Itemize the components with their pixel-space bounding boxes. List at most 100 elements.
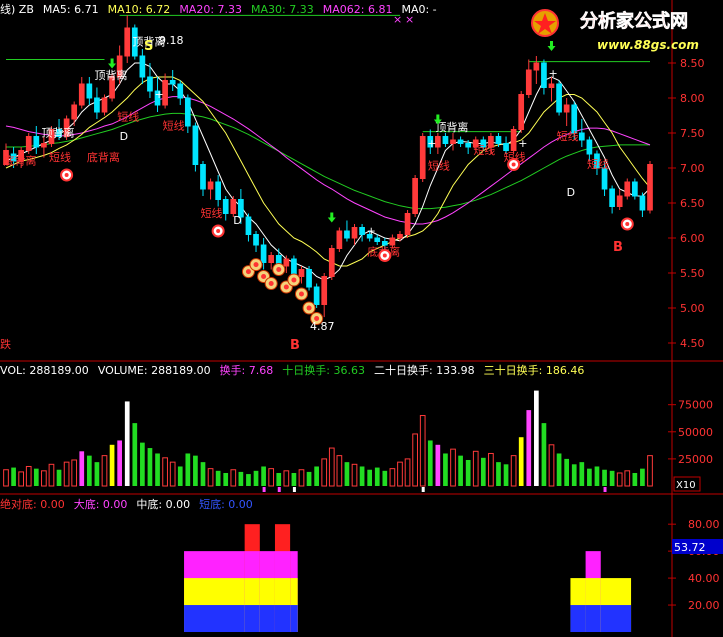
volume-bar bbox=[124, 401, 130, 486]
price-tick-label: 7.00 bbox=[680, 162, 705, 175]
candle-body bbox=[184, 97, 191, 127]
volume-bar bbox=[33, 468, 39, 486]
d-mark: D bbox=[120, 130, 128, 143]
indicator-blue-bar bbox=[244, 605, 260, 632]
candle-body bbox=[510, 129, 517, 151]
indicator-tick-label: 20.00 bbox=[688, 599, 720, 612]
candle-body bbox=[533, 62, 540, 71]
volume-bar bbox=[480, 457, 486, 486]
volume-bar bbox=[496, 462, 501, 486]
volume-bar bbox=[374, 467, 380, 486]
candle-body bbox=[412, 178, 418, 214]
candle-body bbox=[344, 230, 350, 239]
candle-body bbox=[518, 94, 525, 130]
signal-label: 短线 bbox=[163, 119, 185, 133]
volume-bar bbox=[602, 469, 607, 486]
money-bag-core bbox=[253, 262, 259, 268]
volume-bar bbox=[640, 468, 645, 486]
volume-bar bbox=[11, 467, 16, 486]
volume-bar bbox=[200, 462, 206, 486]
volume-bar bbox=[503, 464, 509, 486]
volume-bar bbox=[117, 440, 122, 486]
header-item-0: VOL: 288189.00 bbox=[0, 364, 89, 377]
volume-bar bbox=[238, 471, 244, 486]
volume-tick-label: 25000 bbox=[678, 453, 713, 466]
volume-bar bbox=[579, 462, 585, 486]
candle-body bbox=[647, 164, 653, 211]
price-tick-label: 6.50 bbox=[680, 197, 705, 210]
candle-body bbox=[631, 181, 638, 197]
money-bag-core bbox=[261, 274, 267, 279]
candle-body bbox=[124, 27, 131, 57]
volume-bar bbox=[109, 444, 115, 486]
volume-bar bbox=[314, 466, 319, 486]
volume-bar bbox=[541, 423, 547, 486]
volume-bar bbox=[79, 451, 85, 486]
x10-label: X10 bbox=[676, 480, 696, 491]
volume-bottom-mark bbox=[277, 487, 281, 492]
header-item-3: 短底: 0.00 bbox=[199, 497, 253, 511]
volume-bar bbox=[427, 440, 433, 486]
money-bag-core bbox=[298, 291, 304, 297]
money-bag-core bbox=[291, 277, 297, 283]
volume-tick-label: 50000 bbox=[678, 426, 713, 439]
volume-bar bbox=[177, 466, 183, 486]
candle-body bbox=[381, 241, 388, 246]
price-tick-label: 6.00 bbox=[680, 232, 705, 245]
volume-bar bbox=[155, 453, 160, 486]
price-tick-label: 5.00 bbox=[680, 302, 705, 315]
signal-label: 底背离 bbox=[4, 154, 37, 168]
price-tick-label: 5.50 bbox=[680, 267, 705, 280]
volume-bar bbox=[534, 390, 539, 486]
candle-body bbox=[525, 69, 532, 95]
candle-body bbox=[169, 80, 176, 85]
volume-bar bbox=[56, 469, 62, 486]
cross-mark: + bbox=[427, 137, 436, 150]
indicator-tick-label: 80.00 bbox=[688, 518, 720, 531]
candle-body bbox=[306, 269, 312, 288]
buy-dot-core bbox=[625, 222, 630, 226]
candle-body bbox=[298, 269, 305, 277]
volume-bar bbox=[306, 471, 312, 486]
price-tick-label: 4.50 bbox=[680, 337, 705, 350]
signal-label: 顶背离 bbox=[41, 126, 74, 140]
candle-body bbox=[139, 55, 146, 78]
volume-bar bbox=[518, 437, 524, 486]
indicator-header: 绝对底: 0.00 大底: 0.00 中底: 0.00 短底: 0.00 bbox=[0, 497, 253, 511]
logo-url: www.88gs.com bbox=[597, 38, 699, 52]
volume-bar bbox=[443, 453, 448, 486]
header-item-0: 线) ZB bbox=[0, 2, 34, 16]
candle-body bbox=[624, 181, 631, 197]
candle-body bbox=[253, 234, 259, 246]
candle-body bbox=[556, 83, 562, 113]
buy-dot-core bbox=[382, 253, 387, 258]
candle-body bbox=[609, 188, 615, 207]
candle-body bbox=[495, 136, 502, 144]
chart-background bbox=[0, 0, 723, 637]
header-marker-2: × bbox=[405, 13, 414, 26]
candle-body bbox=[41, 143, 47, 148]
candle-body bbox=[94, 97, 100, 113]
stock-chart: 底背离短线底背离顶背离顶背离顶背离短线短线短线底背离顶背离短线短线短线短线短线D… bbox=[0, 0, 723, 637]
volume-bar bbox=[587, 468, 592, 486]
signal-label: 顶背离 bbox=[94, 68, 127, 82]
volume-bar bbox=[359, 466, 365, 486]
volume-bottom-mark bbox=[603, 487, 607, 492]
candle-body bbox=[230, 199, 237, 214]
candle-body bbox=[450, 139, 456, 144]
candle-body bbox=[245, 216, 252, 235]
candle-body bbox=[283, 258, 290, 267]
volume-bar bbox=[526, 410, 532, 486]
volume-bar bbox=[86, 455, 92, 486]
candle-body bbox=[616, 195, 623, 207]
header-item-2: 换手: 7.68 bbox=[220, 363, 274, 377]
volume-header: VOL: 288189.00 VOLUME: 288189.00 换手: 7.68 十… bbox=[0, 363, 584, 377]
candle-body bbox=[215, 181, 221, 200]
candle-body bbox=[397, 234, 403, 239]
left-edge-mark: 跌 bbox=[0, 337, 11, 351]
candle-body bbox=[571, 104, 578, 134]
candle-body bbox=[192, 125, 199, 165]
candle-body bbox=[260, 244, 267, 263]
candle-body bbox=[328, 248, 335, 277]
money-bag-core bbox=[268, 281, 274, 286]
